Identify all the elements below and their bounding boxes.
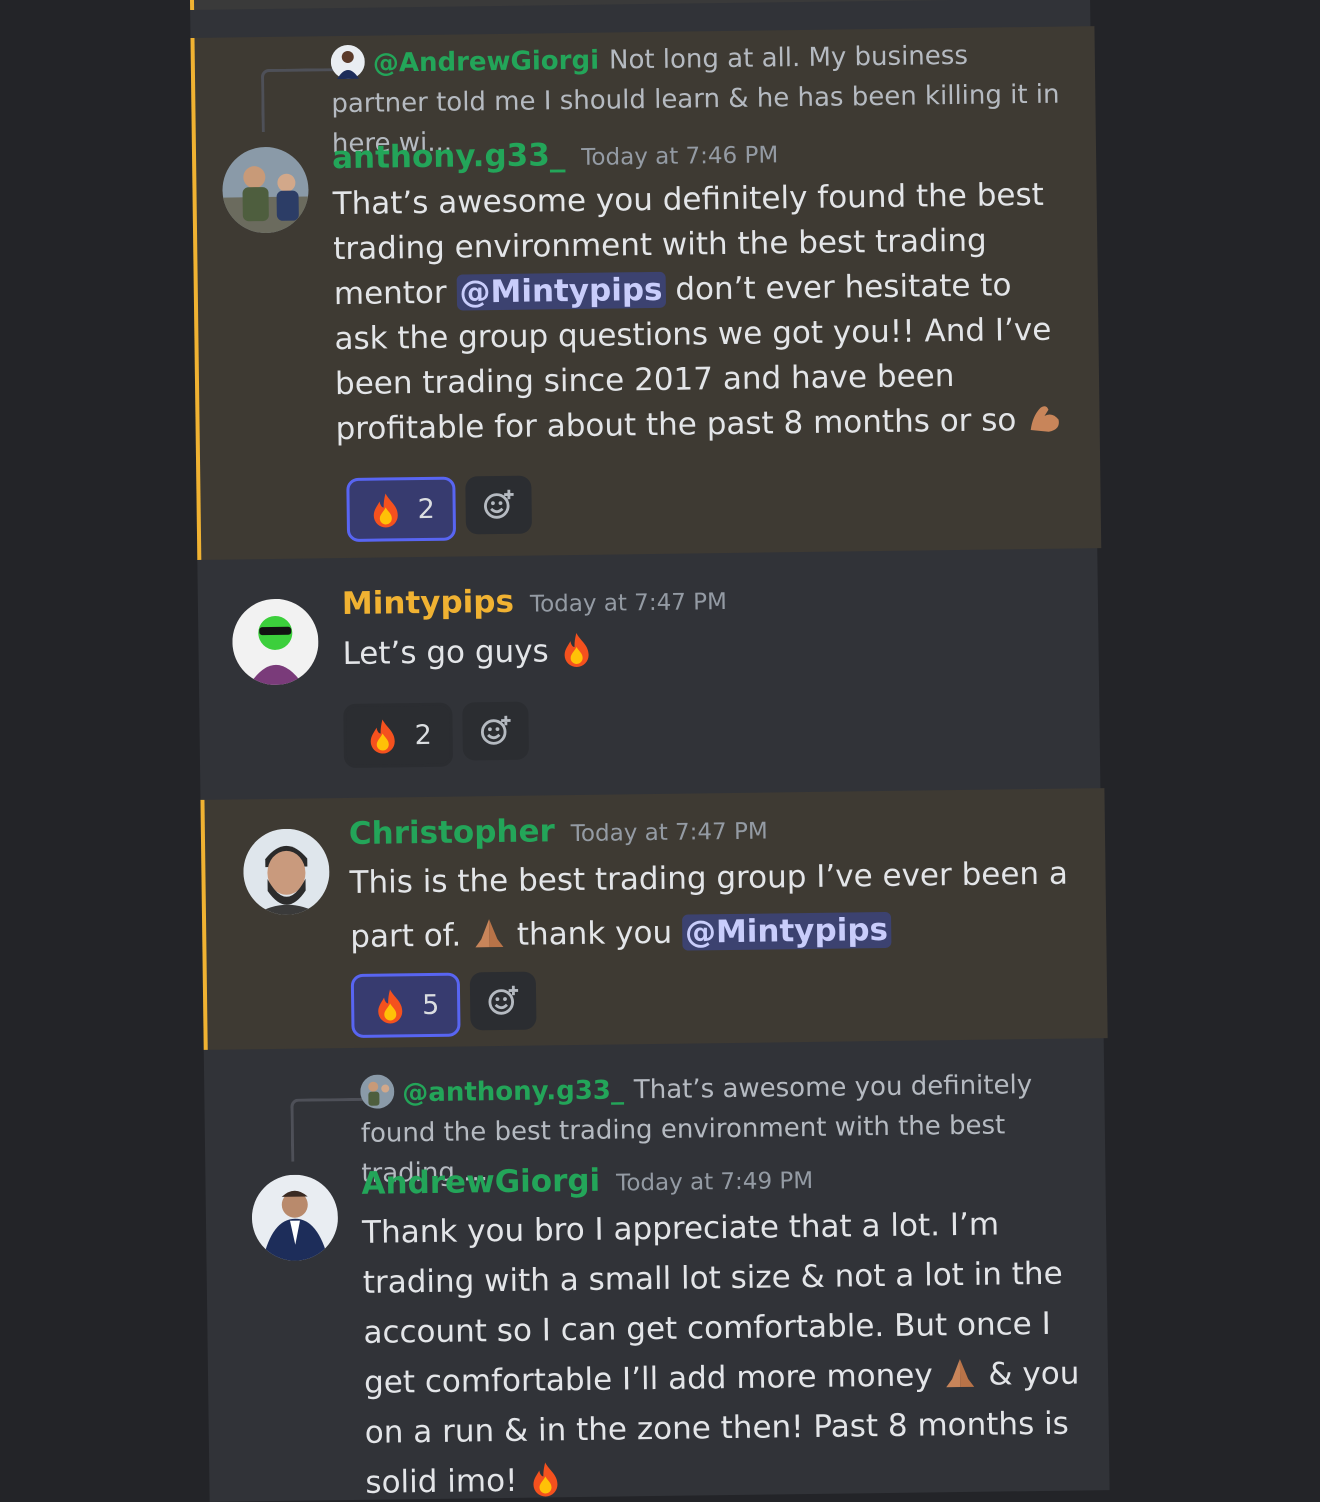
- message-header: Mintypips Today at 7:47 PM: [342, 581, 727, 622]
- message-text: This is the best trading group I’ve ever…: [349, 846, 1090, 964]
- reaction-count: 2: [414, 719, 433, 751]
- message-list: @AndrewGiorgi Not long at all. My busines…: [190, 0, 1110, 1502]
- avatar[interactable]: [251, 1174, 339, 1262]
- folded-hands-icon: [475, 919, 504, 948]
- add-reaction-button[interactable]: [462, 701, 530, 761]
- author-name[interactable]: AndrewGiorgi: [361, 1163, 600, 1202]
- message-text: Thank you bro I appreciate that a lot. I…: [362, 1198, 1106, 1502]
- reaction-bar: 5: [350, 971, 537, 1038]
- previous-message-edge: [190, 0, 1095, 10]
- fire-icon: [564, 632, 589, 667]
- reply-avatar: [360, 1074, 395, 1109]
- add-reaction-icon: [481, 715, 511, 745]
- message-mintypips[interactable]: Mintypips Today at 7:47 PM Let’s go guys …: [197, 548, 1100, 800]
- reaction-fire[interactable]: 5: [350, 972, 461, 1038]
- reply-connector: [290, 1097, 365, 1162]
- add-reaction-icon: [488, 985, 519, 1015]
- avatar[interactable]: [242, 828, 330, 916]
- mention-pill[interactable]: @Mintypips: [456, 271, 666, 311]
- author-name[interactable]: anthony.g33_: [332, 137, 566, 176]
- reply-avatar: [330, 44, 365, 80]
- message-text: Let’s go guys: [342, 622, 1083, 677]
- chat-screenshot: @AndrewGiorgi Not long at all. My busines…: [0, 0, 1320, 1502]
- message-header: AndrewGiorgi Today at 7:49 PM: [361, 1160, 813, 1202]
- timestamp[interactable]: Today at 7:46 PM: [581, 142, 778, 171]
- message-text-part: thank you: [506, 914, 683, 953]
- reply-mention[interactable]: @AndrewGiorgi: [373, 46, 600, 79]
- mention-pill[interactable]: @Mintypips: [681, 911, 892, 951]
- add-reaction-button[interactable]: [465, 475, 533, 535]
- reply-mention[interactable]: @anthony.g33_: [402, 1075, 624, 1108]
- message-header: Christopher Today at 7:47 PM: [349, 811, 768, 852]
- folded-hands-icon: [946, 1359, 975, 1388]
- fire-icon: [373, 493, 398, 528]
- reaction-bar: 2: [343, 701, 530, 769]
- timestamp[interactable]: Today at 7:49 PM: [616, 1168, 813, 1197]
- fire-icon: [533, 1462, 558, 1497]
- reaction-bar: 2: [346, 475, 533, 542]
- reaction-fire[interactable]: 2: [346, 476, 457, 542]
- message-anthony[interactable]: @AndrewGiorgi Not long at all. My busines…: [190, 26, 1102, 560]
- author-name[interactable]: Mintypips: [342, 584, 514, 622]
- timestamp[interactable]: Today at 7:47 PM: [571, 819, 768, 848]
- fire-icon: [370, 719, 395, 754]
- reaction-fire[interactable]: 2: [343, 702, 454, 769]
- reaction-count: 5: [421, 989, 440, 1021]
- reply-connector: [260, 68, 335, 133]
- timestamp[interactable]: Today at 7:47 PM: [530, 589, 727, 618]
- avatar[interactable]: [221, 146, 310, 234]
- reaction-count: 2: [417, 493, 436, 525]
- add-reaction-button[interactable]: [469, 971, 537, 1031]
- fire-icon: [378, 989, 403, 1024]
- flexed-biceps-icon: [1030, 406, 1059, 432]
- message-header: anthony.g33_ Today at 7:46 PM: [332, 134, 779, 176]
- message-andrewgiorgi[interactable]: @anthony.g33_ That’s awesome you definite…: [204, 1038, 1110, 1501]
- add-reaction-icon: [484, 489, 514, 519]
- avatar[interactable]: [231, 598, 319, 686]
- message-text: That’s awesome you definitely found the …: [332, 172, 1075, 452]
- author-name[interactable]: Christopher: [349, 813, 555, 852]
- message-christopher[interactable]: Christopher Today at 7:47 PM This is the …: [200, 788, 1108, 1050]
- message-text-part: Let’s go guys: [342, 633, 559, 673]
